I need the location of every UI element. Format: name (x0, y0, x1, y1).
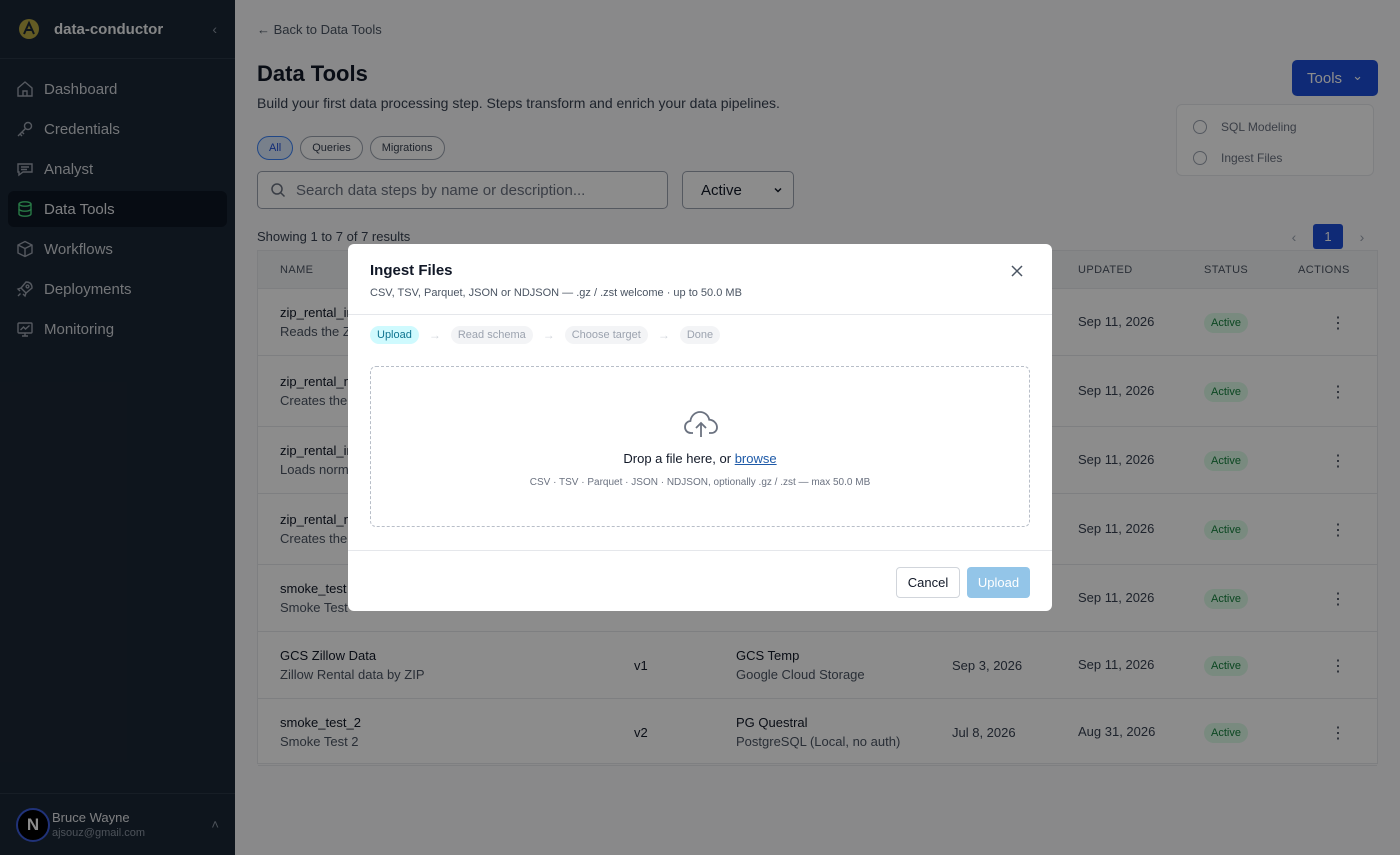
modal-title: Ingest Files (370, 262, 453, 279)
file-dropzone[interactable]: Drop a file here, or browse CSV · TSV · … (370, 366, 1030, 527)
upload-button[interactable]: Upload (967, 567, 1030, 598)
close-icon[interactable] (1010, 264, 1024, 278)
step-done: Done (679, 326, 721, 344)
stepper: Upload → Read schema → Choose target → D… (370, 326, 721, 344)
arrow-right-icon: → (428, 328, 441, 342)
drop-instruction: Drop a file here, or (623, 451, 732, 466)
arrow-right-icon: → (657, 328, 670, 342)
step-read-schema: Read schema (450, 326, 533, 344)
modal-header: Ingest Files CSV, TSV, Parquet, JSON or … (348, 244, 1052, 315)
arrow-right-icon: → (542, 328, 555, 342)
dropzone-text: Drop a file here, or browse (371, 451, 1029, 466)
cancel-button[interactable]: Cancel (896, 567, 960, 598)
dropzone-hint: CSV · TSV · Parquet · JSON · NDJSON, opt… (529, 477, 871, 488)
browse-link[interactable]: browse (735, 451, 777, 466)
modal-footer: Cancel Upload (348, 550, 1052, 611)
ingest-files-modal: Ingest Files CSV, TSV, Parquet, JSON or … (348, 244, 1052, 611)
step-upload: Upload (370, 326, 419, 344)
modal-subtitle: CSV, TSV, Parquet, JSON or NDJSON — .gz … (370, 287, 742, 299)
cloud-upload-icon (684, 411, 718, 437)
step-choose-target: Choose target (564, 326, 648, 344)
